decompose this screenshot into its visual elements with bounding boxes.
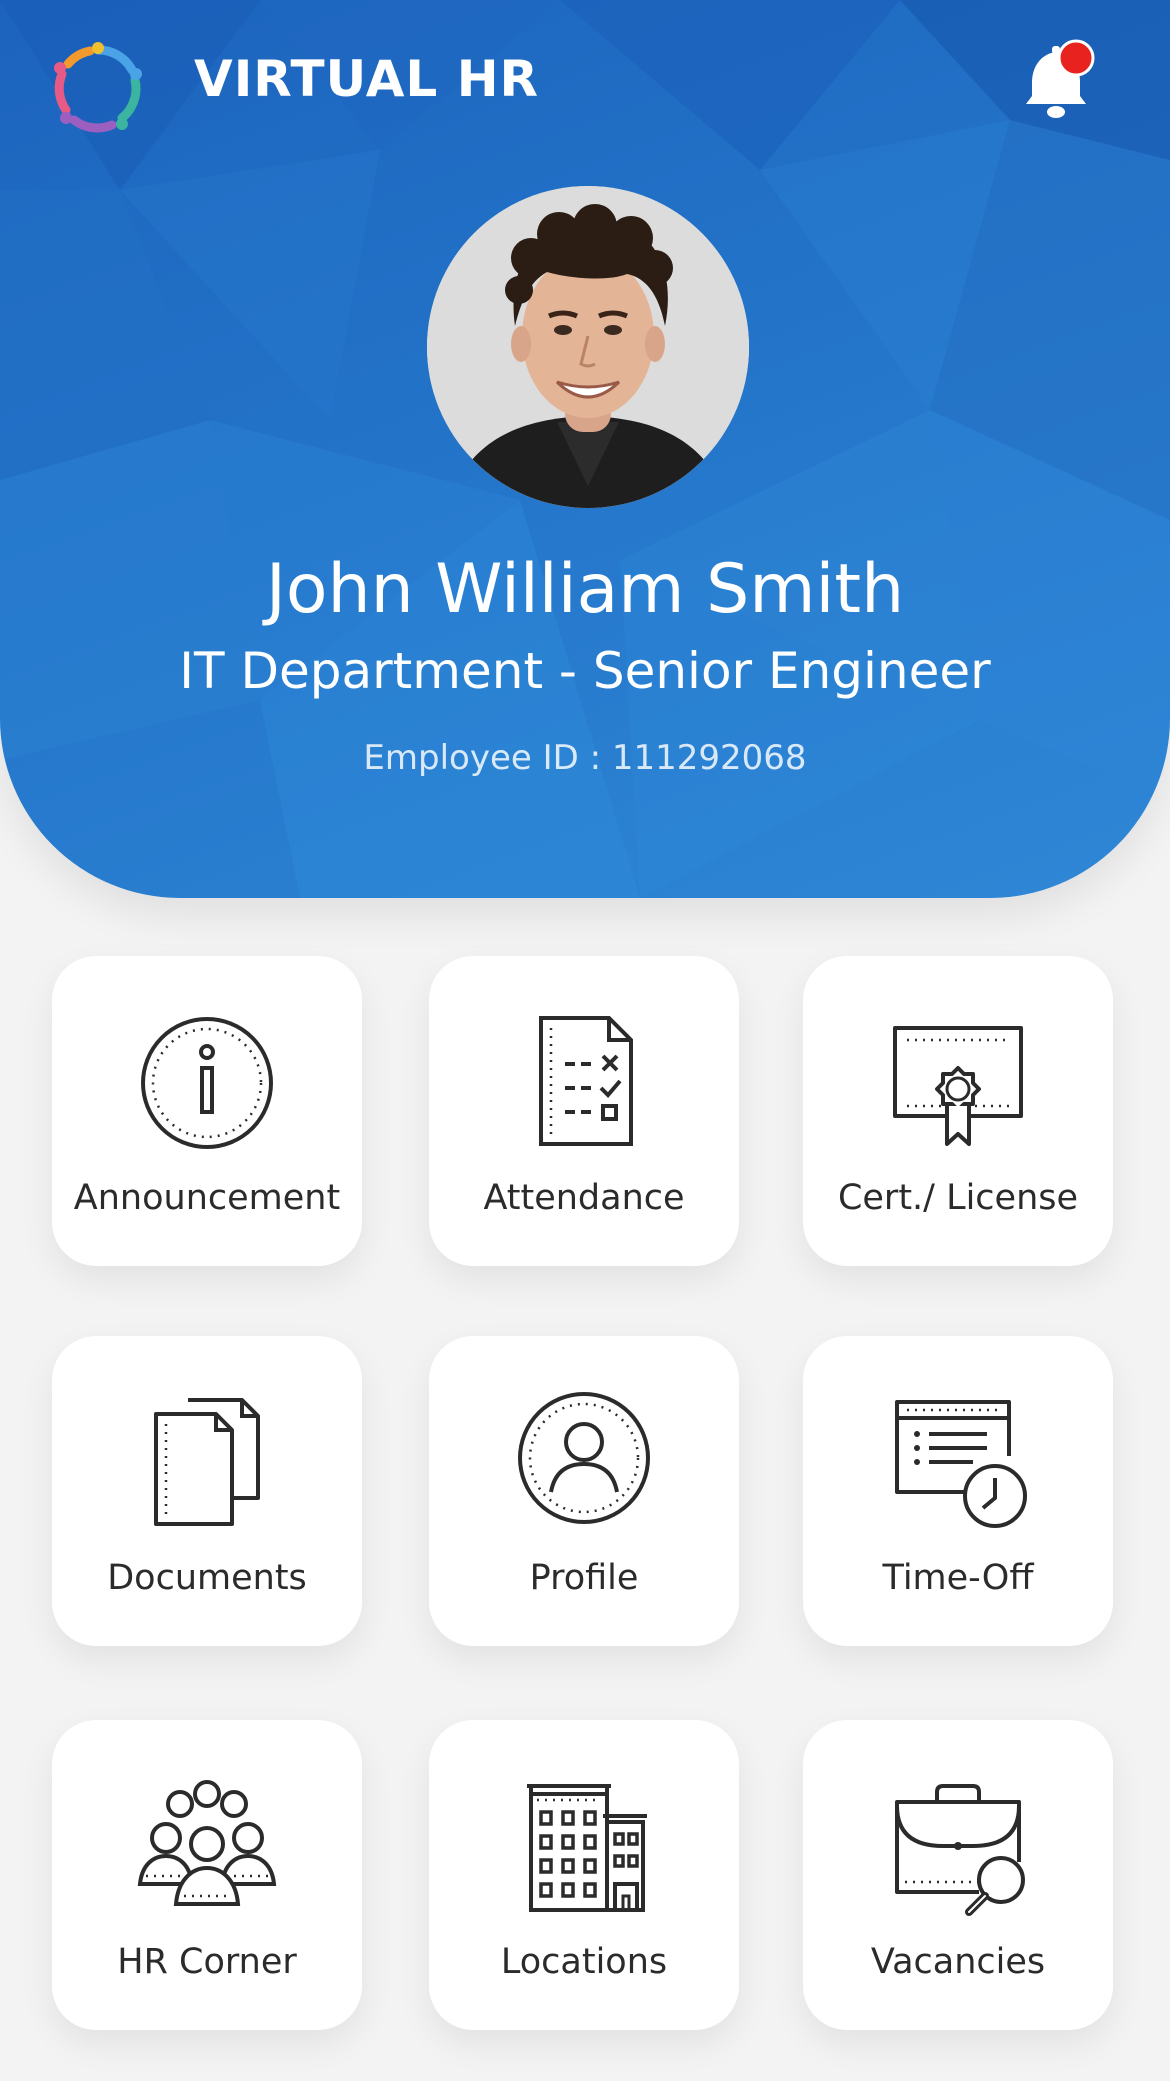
time-off-button[interactable]: Time-Off [803, 1336, 1113, 1646]
avatar[interactable] [427, 186, 749, 508]
profile-header: VIRTUAL HR John William Smith IT Departm… [0, 0, 1170, 898]
bell-icon[interactable] [1020, 38, 1100, 124]
briefcase-search-icon [895, 1784, 1025, 1916]
employee-id: Employee ID : 111292068 [363, 738, 807, 778]
hr-corner-label: HR Corner [117, 1942, 297, 1982]
time-off-label: Time-Off [882, 1558, 1034, 1598]
certificate-icon [893, 1026, 1023, 1146]
locations-label: Locations [500, 1942, 668, 1982]
hr-corner-button[interactable]: HR Corner [52, 1720, 362, 2030]
buildings-icon [527, 1784, 647, 1912]
employee-department: IT Department - Senior Engineer [179, 642, 991, 700]
notification-badge [1057, 39, 1095, 77]
announcement-label: Announcement [73, 1178, 341, 1218]
user-profile-icon [518, 1392, 650, 1524]
team-icon [137, 1780, 277, 1906]
profile-label: Profile [529, 1558, 639, 1598]
announcement-button[interactable]: Announcement [52, 956, 362, 1266]
employee-name: John William Smith [265, 550, 905, 629]
documents-label: Documents [107, 1558, 307, 1598]
certificate-license-button[interactable]: Cert./ License [803, 956, 1113, 1266]
vacancies-button[interactable]: Vacancies [803, 1720, 1113, 2030]
profile-button[interactable]: Profile [429, 1336, 739, 1646]
calendar-clock-icon [895, 1400, 1027, 1528]
info-icon [141, 1017, 273, 1149]
certificate-license-label: Cert./ License [837, 1178, 1079, 1218]
vacancies-label: Vacancies [870, 1942, 1046, 1982]
circle-of-people-logo [54, 42, 142, 133]
documents-icon [154, 1398, 260, 1526]
checklist-document-icon [539, 1016, 633, 1146]
locations-button[interactable]: Locations [429, 1720, 739, 2030]
attendance-button[interactable]: Attendance [429, 956, 739, 1266]
documents-button[interactable]: Documents [52, 1336, 362, 1646]
attendance-label: Attendance [483, 1178, 685, 1218]
app-title: VIRTUAL HR [194, 50, 540, 108]
